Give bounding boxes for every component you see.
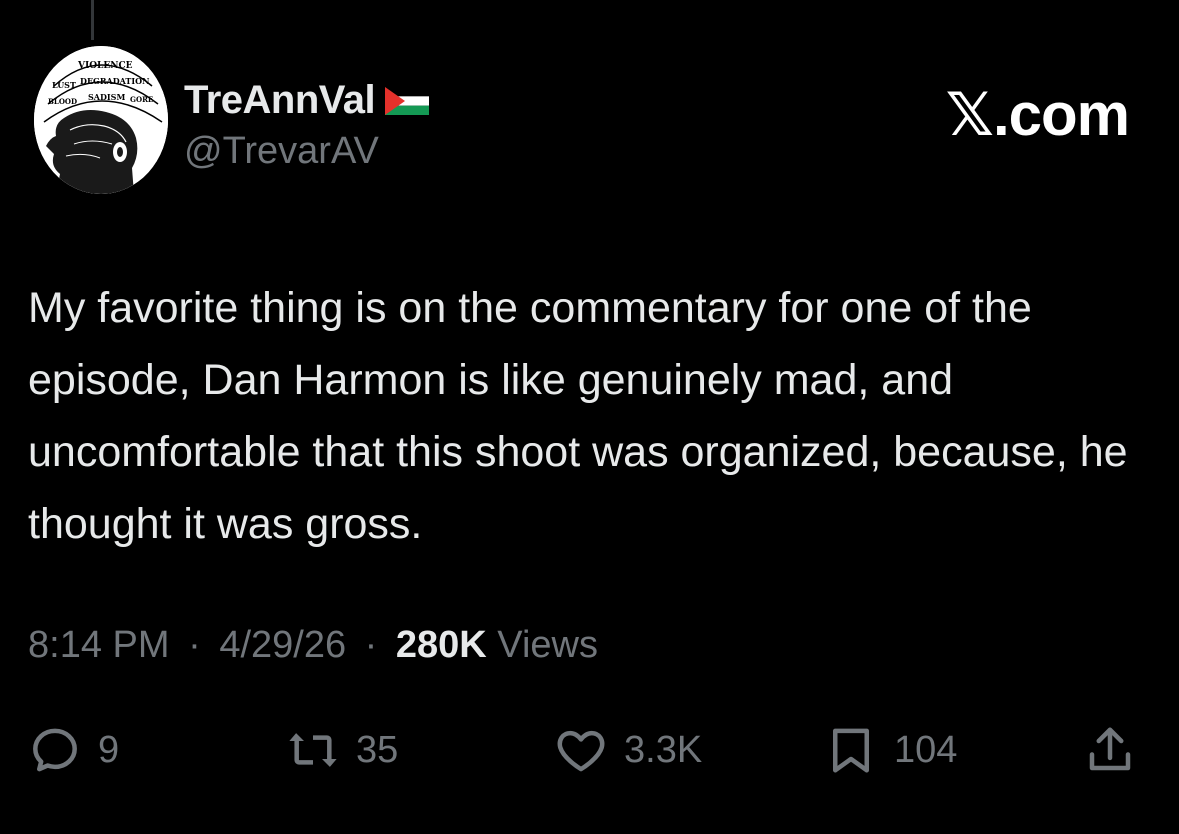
share-icon (1089, 727, 1131, 771)
repost-count: 35 (356, 728, 399, 771)
brand-logo-text: 𝕏.com (945, 81, 1130, 148)
repost-icon (289, 733, 337, 767)
tweet-time[interactable]: 8:14 PM (28, 624, 170, 666)
views-label: Views (497, 624, 598, 666)
tweet-action-bar: 9 35 3.3K 104 (28, 720, 1143, 780)
like-button[interactable]: 3.3K (554, 720, 702, 780)
bookmark-button[interactable]: 104 (824, 720, 957, 780)
reply-count: 9 (98, 728, 120, 771)
svg-text:BLOOD: BLOOD (48, 97, 77, 106)
svg-text:SADISM: SADISM (88, 92, 125, 102)
palestine-flag-icon (385, 86, 430, 115)
share-button[interactable] (1083, 720, 1137, 780)
author-display-name[interactable]: TreAnnVal (184, 78, 376, 123)
views-count: 280K (395, 624, 487, 666)
tweet-date[interactable]: 4/29/26 (219, 624, 346, 666)
svg-text:LUST: LUST (52, 80, 76, 90)
meta-separator: · (364, 624, 378, 666)
avatar[interactable]: VIOLENCE LUST DEGRADATION SADISM GORE BL… (34, 46, 168, 194)
heart-icon (557, 730, 605, 772)
author-handle[interactable]: @TrevarAV (184, 130, 379, 173)
avatar-phrenology-head-image: VIOLENCE LUST DEGRADATION SADISM GORE BL… (34, 46, 168, 194)
bookmark-icon (833, 728, 869, 773)
reply-icon (33, 728, 77, 772)
meta-separator: · (188, 624, 201, 666)
repost-button[interactable]: 35 (286, 720, 398, 780)
author-name-row: TreAnnVal (184, 78, 430, 123)
like-count: 3.3K (624, 728, 703, 771)
thread-connector-line (91, 0, 94, 40)
svg-text:DEGRADATION: DEGRADATION (80, 76, 149, 86)
bookmark-count: 104 (894, 728, 958, 771)
reply-button[interactable]: 9 (28, 720, 119, 780)
svg-text:GORE: GORE (130, 95, 153, 104)
svg-text:VIOLENCE: VIOLENCE (77, 61, 133, 71)
tweet-meta: 8:14 PM · 4/29/26 · 280K Views (28, 624, 598, 667)
tweet-body: My favorite thing is on the commentary f… (28, 284, 1128, 548)
